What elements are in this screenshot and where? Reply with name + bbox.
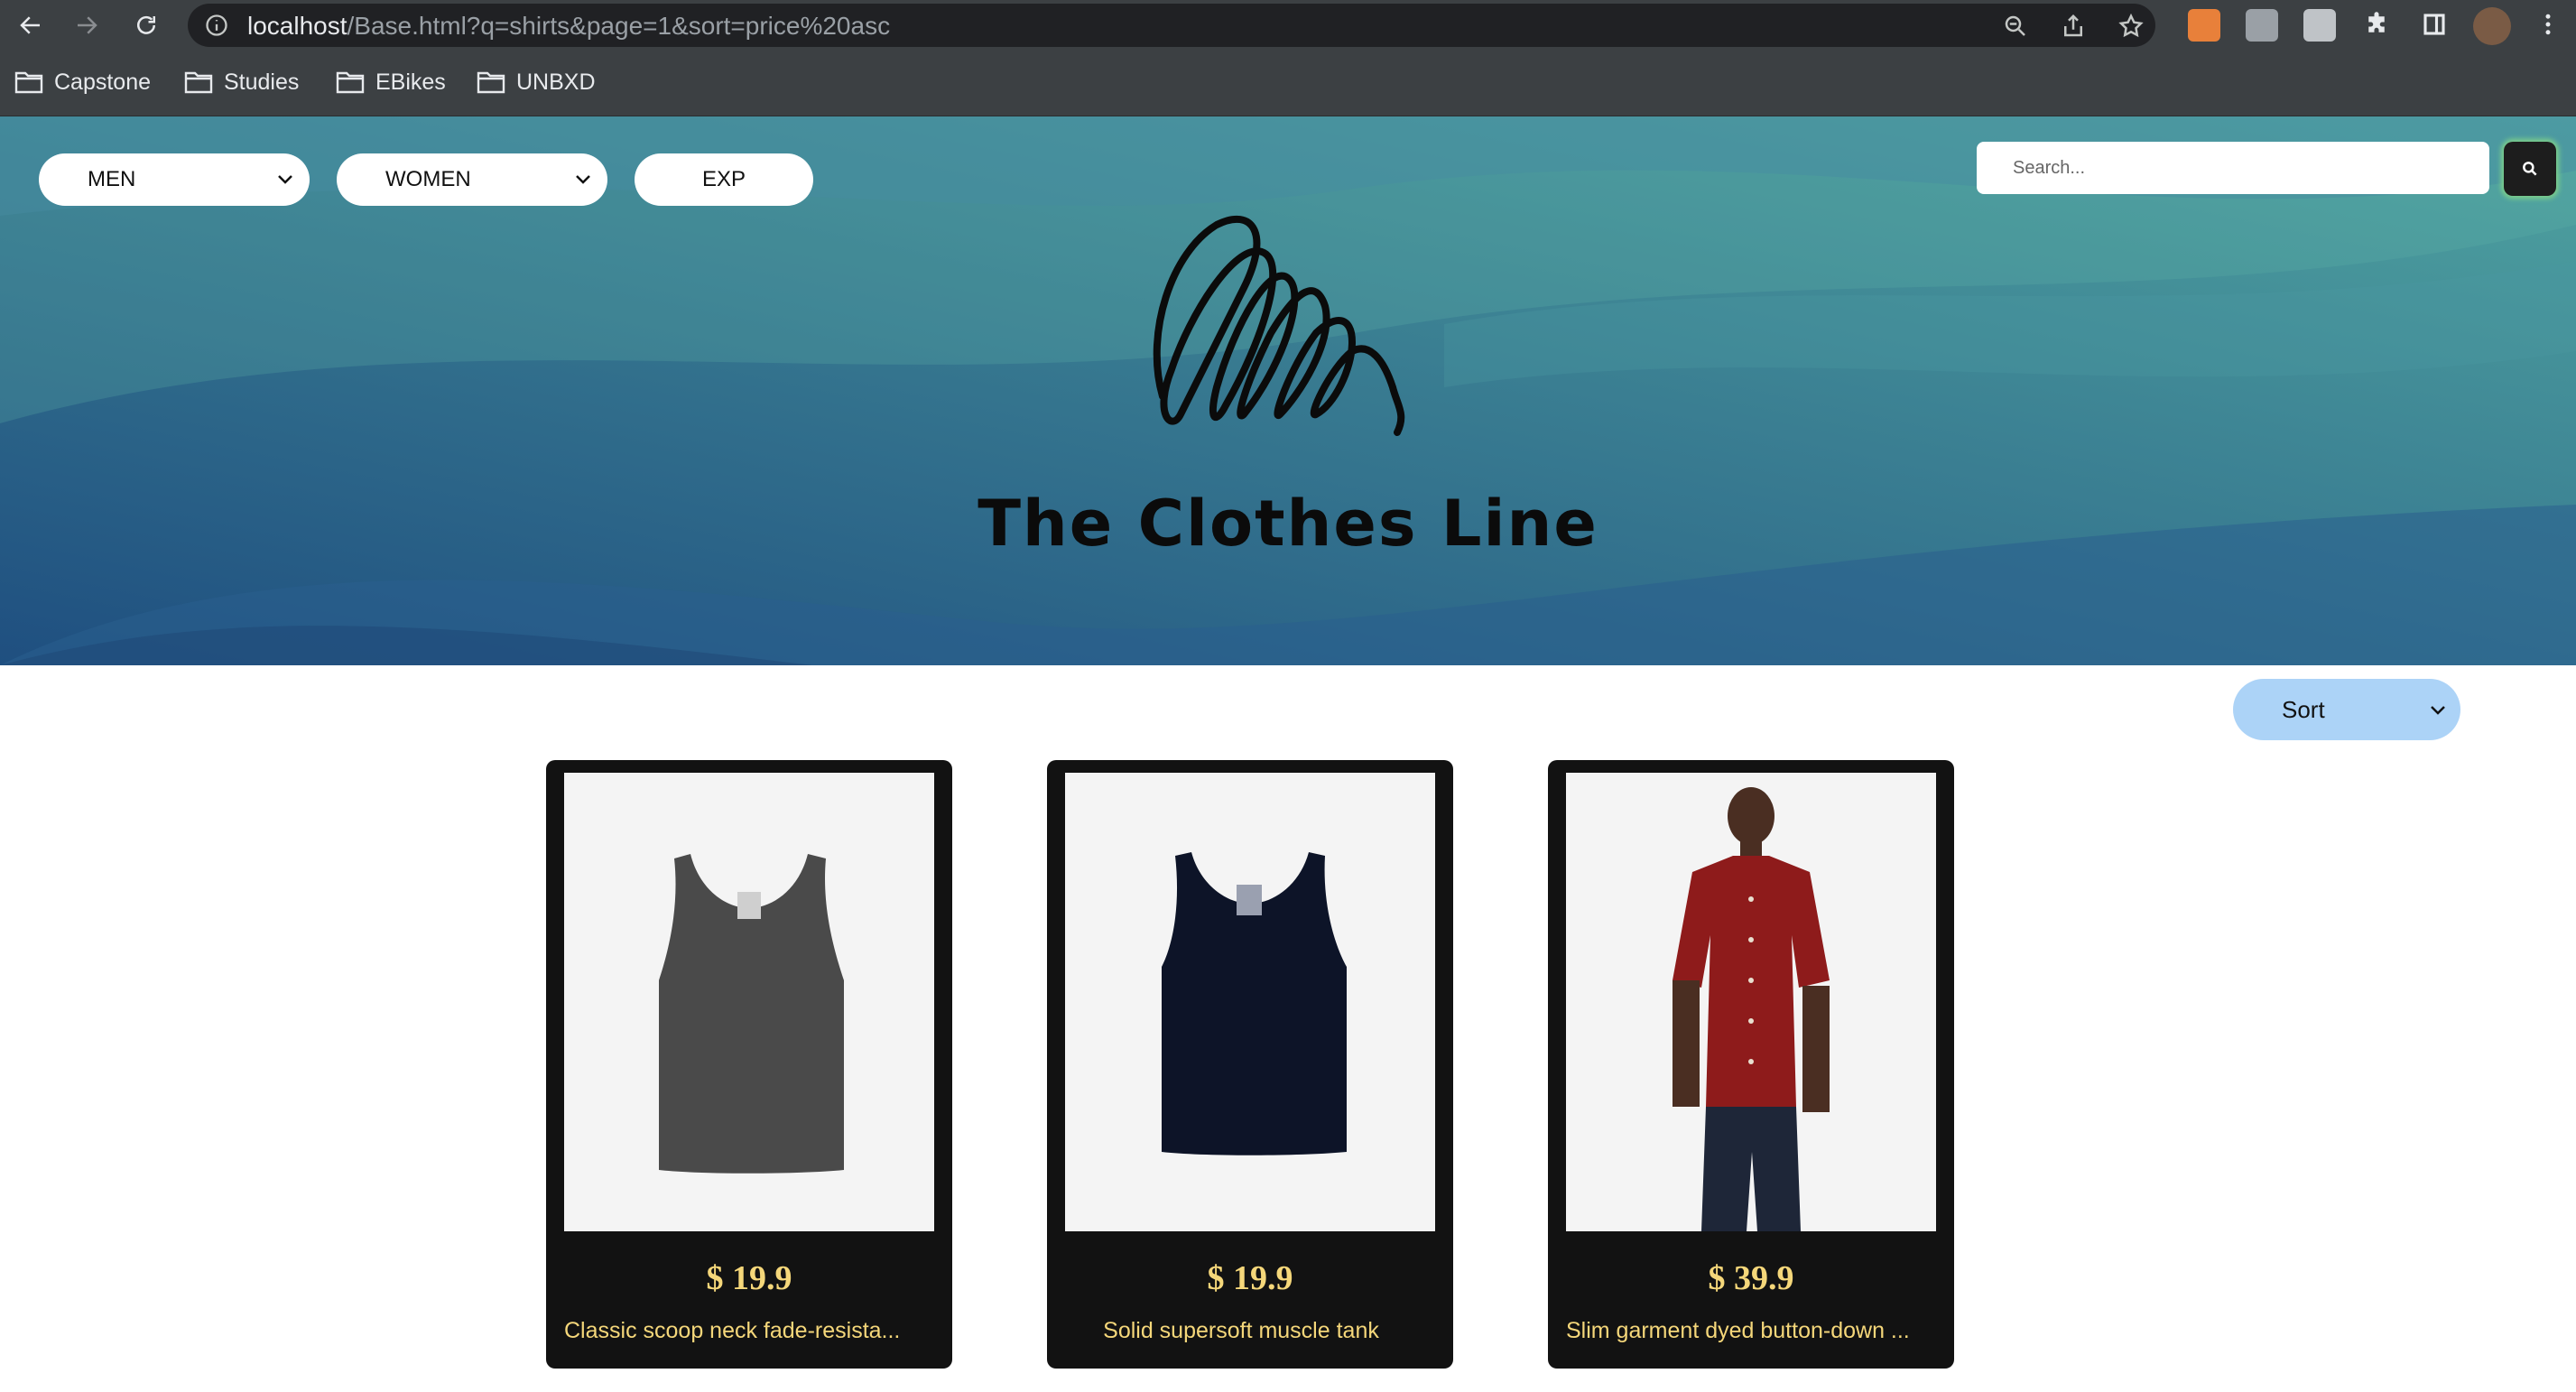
bookmark-unbxd[interactable]: UNBXD: [477, 69, 596, 96]
puzzle-icon[interactable]: [2363, 11, 2390, 38]
info-icon[interactable]: [204, 13, 229, 38]
product-name[interactable]: Slim garment dyed button-down ...: [1566, 1318, 1945, 1344]
bookmark-capstone[interactable]: Capstone: [14, 69, 151, 96]
bookmarks-bar: Capstone Studies EBikes UNBXD: [0, 51, 2576, 116]
extension-icon[interactable]: [2246, 9, 2278, 42]
bookmark-ebikes[interactable]: EBikes: [336, 69, 446, 96]
tank-top-image: [659, 854, 844, 1174]
product-price: $ 19.9: [1207, 1259, 1293, 1297]
product-image[interactable]: [1566, 773, 1936, 1231]
share-icon[interactable]: [2060, 13, 2087, 40]
product-name[interactable]: Solid supersoft muscle tank: [1047, 1318, 1435, 1344]
bookmark-label: EBikes: [375, 69, 446, 95]
menu-icon[interactable]: [2534, 11, 2562, 38]
product-price: $ 39.9: [1708, 1259, 1794, 1297]
url-host: localhost: [247, 12, 347, 40]
search-input[interactable]: [1977, 142, 2489, 194]
product-image[interactable]: [564, 773, 934, 1231]
url-text: localhost/Base.html?q=shirts&page=1&sort…: [247, 12, 890, 41]
product-name[interactable]: Classic scoop neck fade-resista...: [564, 1318, 943, 1344]
chevron-down-icon: [278, 175, 292, 184]
product-card[interactable]: $ 39.9 Slim garment dyed button-down ...: [1548, 760, 1954, 1369]
sidebar-icon[interactable]: [2421, 11, 2448, 38]
bookmark-label: UNBXD: [516, 69, 596, 95]
folder-icon: [336, 71, 365, 94]
product-image[interactable]: [1065, 773, 1435, 1231]
folder-icon: [184, 71, 213, 94]
exp-button-label: EXP: [701, 167, 746, 191]
search-icon: [2523, 162, 2537, 176]
product-card[interactable]: $ 19.9 Solid supersoft muscle tank: [1047, 760, 1453, 1369]
man-red-shirt-image: [1673, 787, 1830, 1231]
site-title: The Clothes Line: [978, 487, 1598, 561]
chevron-down-icon: [2431, 706, 2445, 715]
women-dropdown[interactable]: WOMEN: [337, 153, 607, 206]
exp-button[interactable]: EXP: [635, 153, 813, 206]
tank-top-image: [1162, 852, 1347, 1155]
product-card[interactable]: $ 19.9 Classic scoop neck fade-resista..…: [546, 760, 952, 1369]
chevron-down-icon: [576, 175, 590, 184]
bookmark-label: Studies: [224, 69, 300, 95]
star-icon[interactable]: [2117, 13, 2145, 40]
men-dropdown-label: MEN: [88, 167, 136, 191]
reload-icon[interactable]: [128, 7, 164, 43]
forward-icon[interactable]: [69, 7, 105, 43]
browser-toolbar: localhost/Base.html?q=shirts&page=1&sort…: [0, 0, 2576, 51]
bookmark-studies[interactable]: Studies: [184, 69, 299, 96]
address-bar[interactable]: localhost/Base.html?q=shirts&page=1&sort…: [188, 4, 2155, 47]
bookmark-label: Capstone: [54, 69, 152, 95]
scribble-logo: [1153, 215, 1405, 436]
folder-icon: [477, 71, 505, 94]
women-dropdown-label: WOMEN: [385, 167, 471, 191]
extension-icon[interactable]: [2303, 9, 2336, 42]
avatar[interactable]: [2473, 7, 2511, 45]
sort-dropdown[interactable]: Sort: [2233, 679, 2460, 740]
search-button[interactable]: [2504, 142, 2556, 196]
fox-extension-icon[interactable]: [2188, 9, 2220, 42]
product-price: $ 19.9: [706, 1259, 792, 1297]
hero-header: MEN WOMEN EXP The Clothes Line: [0, 116, 2576, 665]
back-icon[interactable]: [13, 7, 49, 43]
men-dropdown[interactable]: MEN: [39, 153, 310, 206]
sort-dropdown-label: Sort: [2282, 695, 2325, 723]
url-path: /Base.html?q=shirts&page=1&sort=price%20…: [347, 12, 891, 40]
folder-icon: [14, 71, 43, 94]
zoom-icon[interactable]: [2002, 13, 2029, 40]
